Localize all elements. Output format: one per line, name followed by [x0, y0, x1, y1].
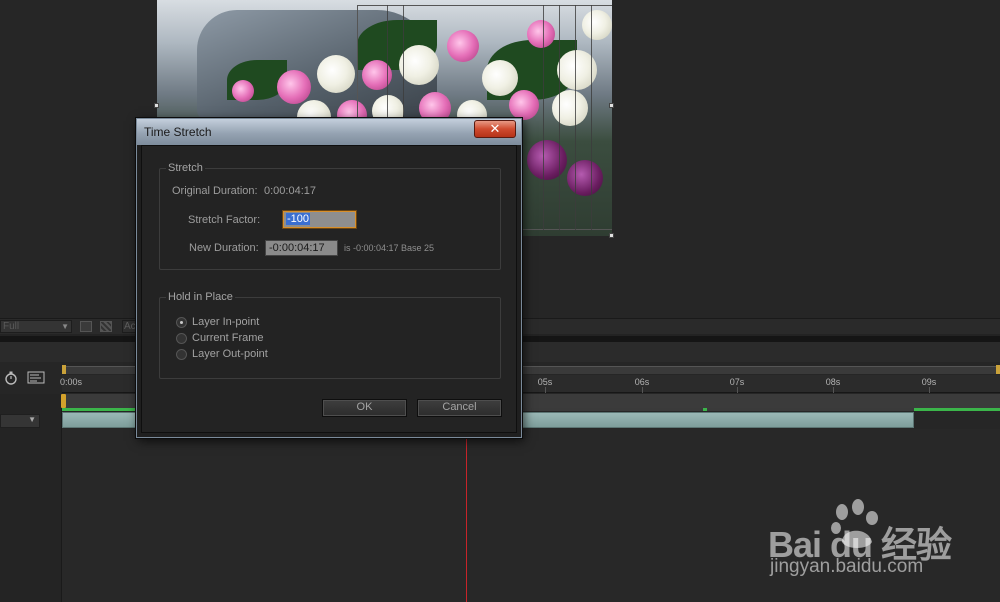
transparency-grid-icon[interactable] [100, 321, 112, 332]
baidu-paw-icon [831, 499, 878, 548]
tick-label: 05s [537, 377, 553, 387]
radio-button[interactable] [176, 317, 187, 328]
tick-label: 07s [729, 377, 745, 387]
hold-group-title: Hold in Place [166, 291, 235, 303]
current-time-indicator-head[interactable] [61, 394, 66, 408]
stretch-factor-label: Stretch Factor: [188, 214, 261, 226]
radio-button[interactable] [176, 349, 187, 360]
radio-label: Layer Out-point [192, 348, 268, 360]
radio-label: Layer In-point [192, 316, 260, 328]
work-area-start-handle[interactable] [62, 365, 66, 374]
new-duration-label: New Duration: [189, 242, 259, 254]
rose [277, 70, 311, 104]
tick-label: 09s [921, 377, 937, 387]
transform-handle[interactable] [609, 103, 614, 108]
stretch-group-title: Stretch [166, 162, 205, 174]
ok-button[interactable]: OK [322, 399, 407, 417]
radio-label: Current Frame [192, 332, 264, 344]
new-duration-note: is -0:00:04:17 Base 25 [344, 243, 435, 253]
resolution-dropdown[interactable]: Full ▼ [0, 320, 72, 333]
playhead-line[interactable] [466, 427, 467, 602]
close-button[interactable]: ✕ [474, 120, 516, 138]
original-duration-value: 0:00:04:17 [264, 185, 316, 197]
stretch-group: Stretch Original Duration: 0:00:04:17 St… [159, 162, 501, 270]
time-stretch-dialog[interactable]: Time Stretch ✕ Stretch Original Duration… [136, 118, 522, 438]
resolution-value: Full [3, 321, 20, 332]
close-icon: ✕ [489, 121, 501, 136]
radio-button[interactable] [176, 333, 187, 344]
tick-label: 08s [825, 377, 841, 387]
rose [317, 55, 355, 93]
tick-label: 06s [634, 377, 650, 387]
work-area-end-handle[interactable] [996, 365, 1000, 374]
layer-list-panel[interactable]: ▼ [0, 394, 62, 602]
dialog-body: Stretch Original Duration: 0:00:04:17 St… [141, 145, 517, 433]
stopwatch-icon[interactable] [4, 371, 18, 385]
layer-switch-dropdown[interactable]: ▼ [0, 414, 40, 428]
watermark-url: jingyan.baidu.com [770, 556, 924, 577]
rose [232, 80, 254, 102]
dialog-titlebar[interactable]: Time Stretch ✕ [137, 119, 521, 145]
motion-blur-icon[interactable] [27, 371, 45, 384]
chevron-down-icon: ▼ [28, 415, 36, 424]
hold-in-place-group: Hold in Place Layer In-point Current Fra… [159, 291, 501, 379]
transform-handle[interactable] [154, 103, 159, 108]
dialog-title: Time Stretch [144, 125, 212, 139]
cancel-button[interactable]: Cancel [417, 399, 502, 417]
transform-handle[interactable] [609, 233, 614, 238]
chevron-down-icon: ▼ [61, 322, 69, 331]
region-of-interest-icon[interactable] [80, 321, 92, 332]
stretch-factor-value: -100 [286, 213, 311, 225]
new-duration-input[interactable]: -0:00:04:17 [265, 240, 338, 256]
baidu-watermark: Bai du 经验 jingyan.baidu.com [768, 498, 968, 588]
stretch-factor-input[interactable]: -100 [283, 211, 356, 228]
tick-label: 0:00s [59, 377, 83, 387]
original-duration-label: Original Duration: [172, 185, 258, 197]
